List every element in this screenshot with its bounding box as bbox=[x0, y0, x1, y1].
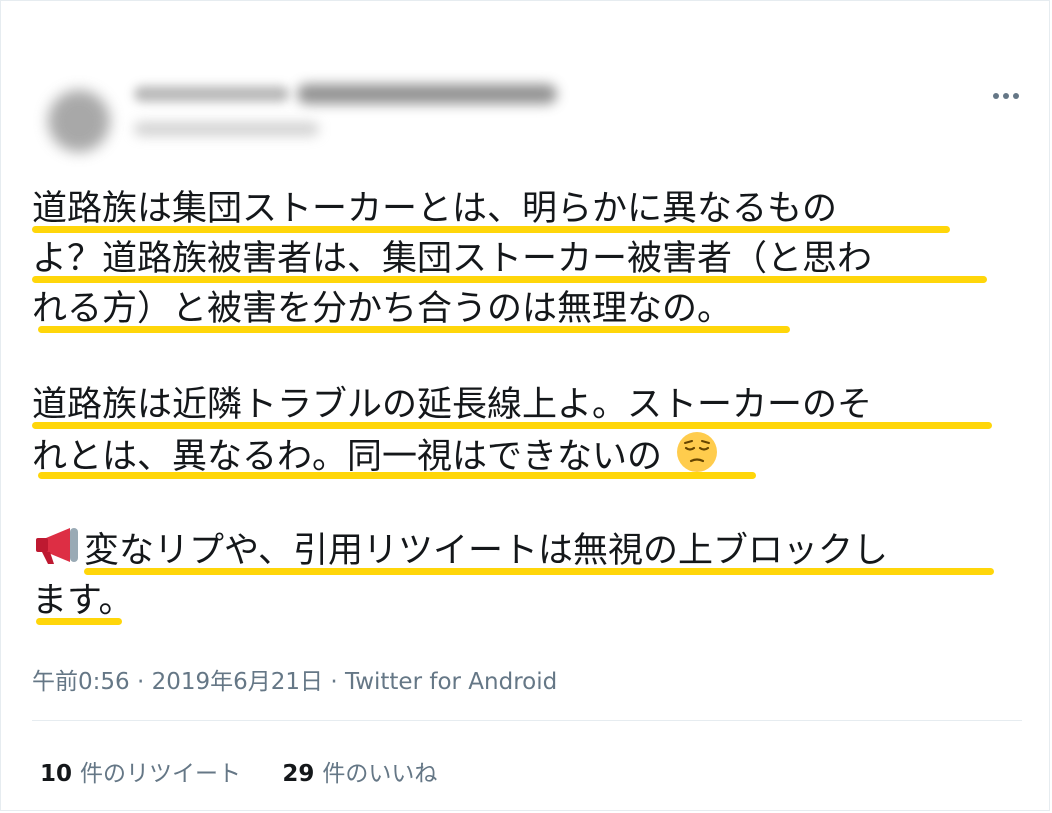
retweets-label: 件のリツイート bbox=[80, 761, 242, 787]
tweet-line-text: よ？道路族被害者は、集団ストーカー被害者（と思わ bbox=[32, 239, 873, 279]
highlight-underline bbox=[84, 568, 994, 575]
display-name-blurred-2[interactable] bbox=[297, 84, 557, 104]
more-dots-icon[interactable] bbox=[990, 86, 1022, 106]
highlight-underline bbox=[38, 326, 790, 333]
tweet-line: ます。 bbox=[32, 576, 1022, 626]
avatar[interactable] bbox=[48, 90, 110, 152]
tweet-line-text: れる方）と被害を分かち合うのは無理なの。 bbox=[32, 289, 733, 329]
highlight-underline bbox=[38, 472, 756, 479]
tweet-stats: 10 件のリツイート 29 件のいいね bbox=[40, 754, 471, 788]
tweet-timestamp[interactable]: 午前0:56 · 2019年6月21日 · Twitter for Androi… bbox=[32, 662, 557, 696]
tweet-line: 道路族は近隣トラブルの延長線上よ。ストーカーのそ bbox=[32, 380, 1022, 430]
tweet-line: れる方）と被害を分かち合うのは無理なの。 bbox=[32, 284, 1022, 334]
tweet-line: 変なリプや、引用リツイートは無視の上ブロックし bbox=[32, 526, 1022, 576]
pensive-face-emoji-icon bbox=[675, 430, 719, 474]
user-handle-blurred[interactable] bbox=[134, 122, 319, 136]
highlight-underline bbox=[32, 276, 987, 283]
tweet-line-text: 道路族は近隣トラブルの延長線上よ。ストーカーのそ bbox=[32, 385, 873, 425]
highlight-underline bbox=[32, 226, 950, 233]
likes-count: 29 bbox=[282, 761, 315, 787]
tweet-line-text: れとは、異なるわ。同一視はできないの bbox=[32, 437, 663, 477]
highlight-underline bbox=[36, 618, 122, 625]
likes-stat[interactable]: 29 件のいいね bbox=[282, 754, 437, 788]
tweet-line-text: 変なリプや、引用リツイートは無視の上ブロックし bbox=[84, 531, 888, 571]
divider bbox=[32, 720, 1022, 721]
tweet-text: 道路族は集団ストーカーとは、明らかに異なるもの よ？道路族被害者は、集団ストーカ… bbox=[32, 184, 1022, 626]
retweets-count: 10 bbox=[40, 761, 73, 787]
retweets-stat[interactable]: 10 件のリツイート bbox=[40, 754, 241, 788]
tweet-line: れとは、異なるわ。同一視はできないの bbox=[32, 430, 1022, 480]
megaphone-emoji-icon bbox=[32, 526, 82, 566]
tweet-line: 道路族は集団ストーカーとは、明らかに異なるもの bbox=[32, 184, 1022, 234]
highlight-underline bbox=[32, 422, 992, 429]
tweet-line-text: ます。 bbox=[32, 581, 134, 621]
likes-label: 件のいいね bbox=[322, 761, 438, 787]
tweet-line-text: 道路族は集団ストーカーとは、明らかに異なるもの bbox=[32, 189, 838, 229]
tweet-line: よ？道路族被害者は、集団ストーカー被害者（と思わ bbox=[32, 234, 1022, 284]
tweet-author-blurred[interactable] bbox=[42, 76, 602, 166]
display-name-blurred[interactable] bbox=[134, 86, 289, 102]
